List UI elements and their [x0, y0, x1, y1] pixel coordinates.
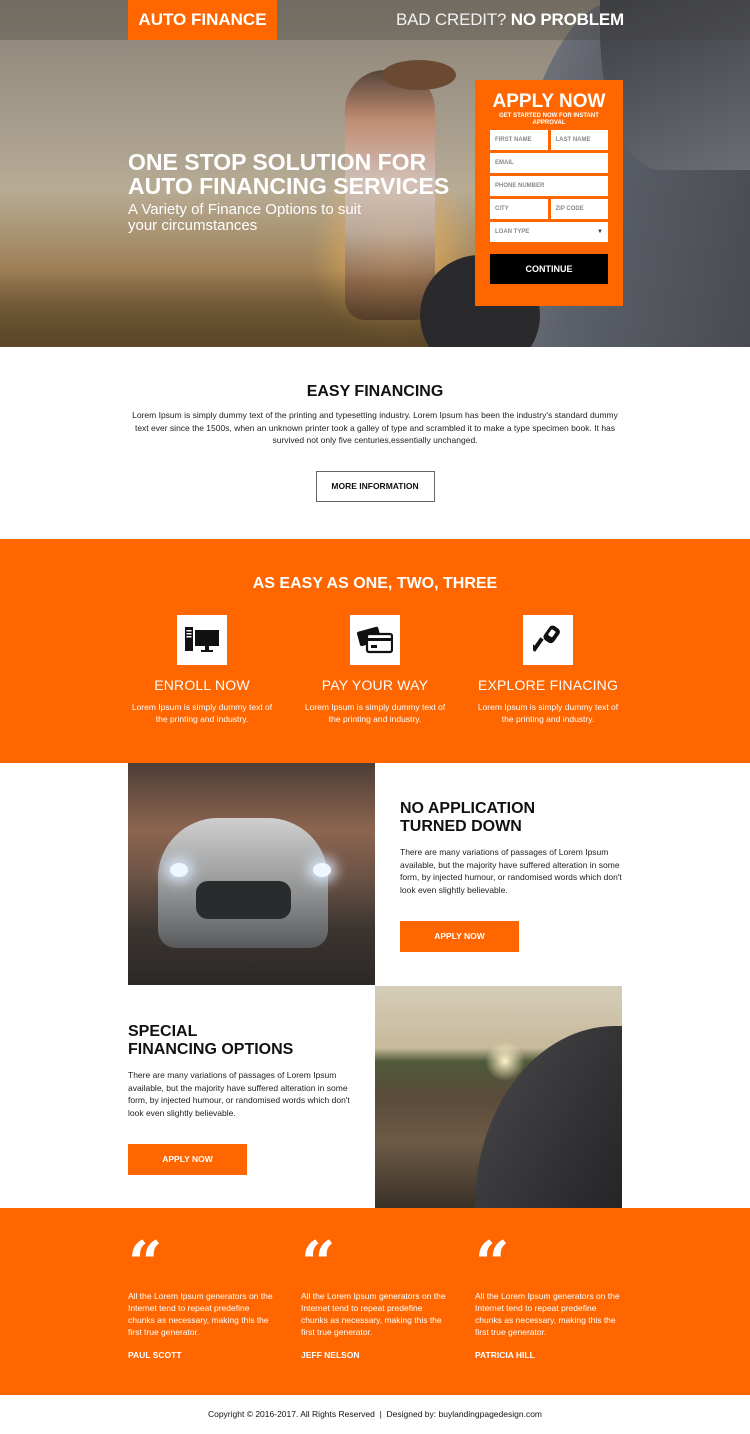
form-subtitle: GET STARTED NOW FOR INSTANT APPROVAL [499, 113, 599, 126]
step-title: ENROLL NOW [154, 677, 250, 693]
step-body: Lorem Ipsum is simply dummy text of the … [477, 702, 619, 724]
testimonial-item: “ All the Lorem Ipsum generators on the … [301, 1229, 451, 1360]
form-row-location: CITY ZIP CODE [490, 199, 608, 219]
road-car-image [375, 986, 622, 1208]
car-grill [196, 881, 291, 919]
easy-financing-section: EASY FINANCING Lorem Ipsum is simply dum… [0, 347, 750, 539]
step-icon-box [350, 615, 400, 665]
tagline-light: BAD CREDIT? [396, 10, 511, 29]
form-row-loan: LOAN TYPE ▼ [490, 222, 608, 242]
step-body: Lorem Ipsum is simply dummy text of the … [304, 702, 446, 724]
feature-title-line1: SPECIAL [128, 1023, 198, 1040]
form-row-name: FIRST NAME LAST NAME [490, 130, 608, 150]
step-item: EXPLORE FINACING Lorem Ipsum is simply d… [463, 615, 633, 725]
hero-section: AUTO FINANCE BAD CREDIT? NO PROBLEM ONE … [0, 0, 750, 347]
city-input[interactable]: CITY [490, 199, 548, 219]
apply-now-button[interactable]: APPLY NOW [128, 1144, 247, 1175]
form-row-email: EMAIL [490, 153, 608, 173]
testimonial-item: “ All the Lorem Ipsum generators on the … [475, 1229, 625, 1360]
step-item: PAY YOUR WAY Lorem Ipsum is simply dummy… [290, 615, 460, 725]
top-bar [0, 0, 750, 40]
header-tagline: BAD CREDIT? NO PROBLEM [396, 10, 624, 30]
dropdown-arrow-icon: ▼ [597, 229, 603, 235]
easy-financing-title: EASY FINANCING [306, 383, 444, 400]
loan-type-select[interactable]: LOAN TYPE ▼ [490, 222, 608, 242]
feature-no-application: NO APPLICATION TURNED DOWN There are man… [400, 800, 630, 952]
copyright-text: Copyright © 2016-2017. All Rights Reserv… [207, 1409, 543, 1419]
phone-input[interactable]: PHONE NUMBER [490, 176, 608, 196]
computer-icon [185, 627, 219, 652]
feature-body: There are many variations of passages of… [128, 1070, 350, 1118]
quote-icon: “ [301, 1229, 336, 1299]
form-title: APPLY NOW [492, 91, 606, 112]
testimonial-author: PAUL SCOTT [128, 1350, 182, 1360]
last-name-input[interactable]: LAST NAME [550, 130, 608, 150]
hero-subtitle: A Variety of Finance Options to suit you… [128, 201, 362, 234]
steps-title: AS EASY AS ONE, TWO, THREE [252, 575, 498, 592]
testimonial-author: JEFF NELSON [301, 1350, 360, 1360]
feature-title-line2: FINANCING OPTIONS [128, 1041, 294, 1058]
loan-type-value: LOAN TYPE [495, 229, 530, 235]
testimonial-author: PATRICIA HILL [475, 1350, 535, 1360]
step-title: PAY YOUR WAY [321, 677, 429, 693]
first-name-input[interactable]: FIRST NAME [490, 130, 548, 150]
feature-title-line1: NO APPLICATION [400, 800, 536, 817]
form-row-phone: PHONE NUMBER [490, 176, 608, 196]
testimonial-text: All the Lorem Ipsum generators on the In… [128, 1291, 273, 1337]
feature-title-line2: TURNED DOWN [400, 818, 522, 835]
hero-title: ONE STOP SOLUTION FOR AUTO FINANCING SER… [128, 149, 450, 199]
email-input[interactable]: EMAIL [490, 153, 608, 173]
footer: Copyright © 2016-2017. All Rights Reserv… [0, 1395, 750, 1434]
zip-input[interactable]: ZIP CODE [550, 199, 608, 219]
feature-title: NO APPLICATION TURNED DOWN [400, 800, 630, 836]
quote-icon: “ [475, 1229, 510, 1299]
steps-section: AS EASY AS ONE, TWO, THREE ENROLL NOW Lo… [0, 539, 750, 763]
apply-form: APPLY NOW GET STARTED NOW FOR INSTANT AP… [475, 80, 623, 306]
step-icon-box [523, 615, 573, 665]
feature-title: SPECIAL FINANCING OPTIONS [128, 1023, 358, 1059]
more-information-button[interactable]: MORE INFORMATION [315, 470, 435, 502]
testimonial-text: All the Lorem Ipsum generators on the In… [475, 1291, 620, 1337]
quote-icon: “ [128, 1229, 163, 1299]
car-key-icon [533, 625, 560, 652]
feature-body: There are many variations of passages of… [400, 847, 622, 895]
step-icon-box [177, 615, 227, 665]
easy-financing-body: Lorem Ipsum is simply dummy text of the … [132, 410, 618, 445]
apply-now-button[interactable]: APPLY NOW [400, 921, 519, 952]
headlight-right [313, 863, 331, 877]
step-title: EXPLORE FINACING [477, 677, 619, 693]
tagline-bold: NO PROBLEM [510, 10, 624, 29]
testimonial-item: “ All the Lorem Ipsum generators on the … [128, 1229, 278, 1360]
testimonials-section: “ All the Lorem Ipsum generators on the … [0, 1208, 750, 1395]
step-body: Lorem Ipsum is simply dummy text of the … [131, 702, 273, 724]
step-item: ENROLL NOW Lorem Ipsum is simply dummy t… [117, 615, 287, 725]
testimonial-text: All the Lorem Ipsum generators on the In… [301, 1291, 446, 1337]
headlight-left [170, 863, 188, 877]
sports-car-image [128, 763, 375, 985]
hero-hat-image [382, 60, 456, 90]
feature-special-financing: SPECIAL FINANCING OPTIONS There are many… [128, 1023, 358, 1175]
credit-card-icon [357, 626, 393, 654]
continue-button[interactable]: CONTINUE [490, 254, 608, 284]
logo[interactable]: AUTO FINANCE [128, 0, 277, 40]
